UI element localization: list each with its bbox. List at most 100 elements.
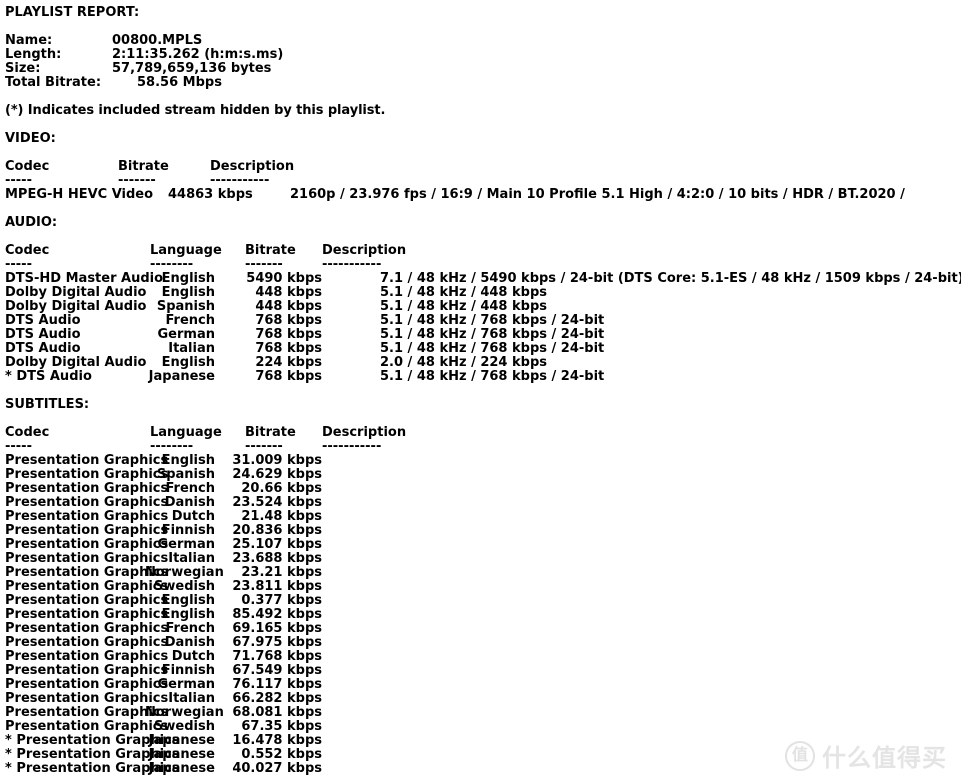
cell-bitrate: 44863 kbps <box>168 187 253 202</box>
cell-language: Spanish <box>156 299 215 314</box>
table-row: Presentation Graphics Dutch 21.48 kbps <box>5 510 961 524</box>
table-row: Presentation Graphics Italian 66.282 kbps <box>5 692 961 706</box>
cell-bitrate: 768 kbps <box>255 341 322 356</box>
info-value: 58.56 Mbps <box>137 75 222 90</box>
subtitles-table-header: Codec Language Bitrate Description <box>5 426 961 440</box>
cell-description: 5.1 / 48 kHz / 448 kbps <box>380 299 547 314</box>
info-value: 2:11:35.262 (h:m:s.ms) <box>112 47 284 62</box>
info-value: 57,789,659,136 bytes <box>112 61 272 76</box>
cell-codec: Presentation Graphics <box>5 593 169 608</box>
table-row: Presentation Graphics Finnish 67.549 kbps <box>5 664 961 678</box>
cell-codec: Presentation Graphics <box>5 481 169 496</box>
cell-codec: MPEG-H HEVC Video <box>5 187 154 202</box>
cell-bitrate: 24.629 kbps <box>232 467 322 482</box>
cell-bitrate: 23.524 kbps <box>232 495 322 510</box>
cell-bitrate: 768 kbps <box>255 327 322 342</box>
cell-language: Swedish <box>154 579 215 594</box>
table-row: Presentation Graphics Dutch 71.768 kbps <box>5 650 961 664</box>
video-col-codec: Codec <box>5 159 50 174</box>
cell-description: 7.1 / 48 kHz / 5490 kbps / 24-bit (DTS C… <box>380 271 961 286</box>
cell-codec: Presentation Graphics <box>5 705 169 720</box>
cell-language: Japanese <box>148 369 215 384</box>
cell-codec: Presentation Graphics <box>5 649 169 664</box>
video-col-description: Description <box>210 159 295 174</box>
playlist-info-block: Name: 00800.MPLS Length: 2:11:35.262 (h:m:s… <box>5 34 961 90</box>
cell-bitrate: 448 kbps <box>255 285 322 300</box>
table-row: Dolby Digital Audio English 448 kbps 5.1 / … <box>5 286 961 300</box>
cell-language: English <box>161 453 215 468</box>
cell-bitrate: 224 kbps <box>255 355 322 370</box>
subtitles-col-bitrate: Bitrate <box>245 425 296 440</box>
info-value: 00800.MPLS <box>112 33 203 48</box>
video-rule-codec: ----- <box>5 173 32 188</box>
cell-codec: Presentation Graphics <box>5 509 169 524</box>
cell-language: German <box>157 537 215 552</box>
cell-bitrate: 67.975 kbps <box>232 635 322 650</box>
cell-codec: Presentation Graphics <box>5 579 169 594</box>
audio-col-codec: Codec <box>5 243 50 258</box>
cell-codec: DTS-HD Master Audio <box>5 271 164 286</box>
subtitles-rule-codec: ----- <box>5 439 32 454</box>
cell-bitrate: 448 kbps <box>255 299 322 314</box>
subtitles-col-description: Description <box>322 425 407 440</box>
info-row: Total Bitrate: 58.56 Mbps <box>5 76 961 90</box>
audio-col-bitrate: Bitrate <box>245 243 296 258</box>
cell-language: Swedish <box>154 719 215 734</box>
subtitles-rule-language: -------- <box>150 439 194 454</box>
cell-bitrate: 20.836 kbps <box>232 523 322 538</box>
cell-bitrate: 21.48 kbps <box>241 509 322 524</box>
cell-description: 2.0 / 48 kHz / 224 kbps <box>380 355 547 370</box>
video-rule-bitrate: ------- <box>118 173 156 188</box>
cell-language: Italian <box>168 551 215 566</box>
cell-language: Italian <box>168 691 215 706</box>
cell-language: English <box>161 271 215 286</box>
subtitles-rule-bitrate: ------- <box>245 439 283 454</box>
info-row: Name: 00800.MPLS <box>5 34 961 48</box>
audio-col-language: Language <box>150 243 222 258</box>
cell-bitrate: 67.549 kbps <box>232 663 322 678</box>
cell-codec: * DTS Audio <box>5 369 92 384</box>
hidden-stream-note: (*) Indicates included stream hidden by … <box>5 103 386 118</box>
table-row: Dolby Digital Audio English 224 kbps 2.0 / … <box>5 356 961 370</box>
cell-language: Finnish <box>161 663 215 678</box>
video-rule-description: ----------- <box>210 173 270 188</box>
cell-bitrate: 5490 kbps <box>246 271 322 286</box>
cell-language: Norwegian <box>145 565 224 580</box>
cell-language: English <box>161 285 215 300</box>
audio-table-rule: ----- -------- ------- ----------- <box>5 258 961 272</box>
cell-language: German <box>157 327 215 342</box>
table-row: * DTS Audio Japanese 768 kbps 5.1 / 48 kHz … <box>5 370 961 384</box>
info-label: Size: <box>5 61 41 76</box>
cell-description: 5.1 / 48 kHz / 768 kbps / 24-bit <box>380 369 605 384</box>
cell-codec: Presentation Graphics <box>5 677 169 692</box>
info-label: Name: <box>5 33 53 48</box>
video-section-heading: VIDEO: <box>5 131 56 146</box>
cell-codec: Presentation Graphics <box>5 621 169 636</box>
cell-codec: Presentation Graphics <box>5 565 169 580</box>
table-row: * Presentation Graphics Japanese 0.552 kbp… <box>5 748 961 762</box>
audio-rule-bitrate: ------- <box>245 257 283 272</box>
subtitles-col-language: Language <box>150 425 222 440</box>
cell-language: German <box>157 677 215 692</box>
cell-description: 5.1 / 48 kHz / 768 kbps / 24-bit <box>380 313 605 328</box>
cell-codec: Presentation Graphics <box>5 663 169 678</box>
info-row: Size: 57,789,659,136 bytes <box>5 62 961 76</box>
cell-language: Finnish <box>161 523 215 538</box>
table-row: DTS Audio German 768 kbps 5.1 / 48 kHz / 76… <box>5 328 961 342</box>
table-row: Presentation Graphics Finnish 20.836 kbps <box>5 524 961 538</box>
cell-codec: Dolby Digital Audio <box>5 355 147 370</box>
cell-codec: Dolby Digital Audio <box>5 285 147 300</box>
table-row: MPEG-H HEVC Video 44863 kbps 2160p / 23.97… <box>5 188 961 202</box>
table-row: Presentation Graphics French 20.66 kbps <box>5 482 961 496</box>
cell-bitrate: 0.377 kbps <box>241 593 322 608</box>
cell-description: 5.1 / 48 kHz / 448 kbps <box>380 285 547 300</box>
cell-bitrate: 768 kbps <box>255 313 322 328</box>
cell-codec: Presentation Graphics <box>5 453 169 468</box>
cell-codec: DTS Audio <box>5 341 81 356</box>
cell-codec: Presentation Graphics <box>5 635 169 650</box>
cell-language: Danish <box>164 495 215 510</box>
cell-language: Danish <box>164 635 215 650</box>
table-row: Presentation Graphics Swedish 23.811 kbps <box>5 580 961 594</box>
cell-bitrate: 25.107 kbps <box>232 537 322 552</box>
cell-language: English <box>161 355 215 370</box>
